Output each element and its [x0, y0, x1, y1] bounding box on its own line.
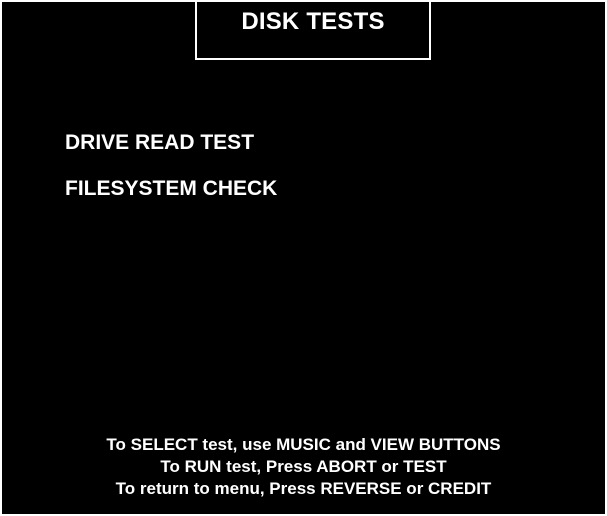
disk-tests-screen: DISK TESTS DRIVE READ TEST FILESYSTEM CH… — [0, 0, 607, 516]
instruction-run: To RUN test, Press ABORT or TEST — [160, 457, 447, 476]
title-frame: DISK TESTS — [195, 2, 431, 60]
instruction-select: To SELECT test, use MUSIC and VIEW BUTTO… — [106, 435, 501, 454]
menu-item-drive-read-test[interactable]: DRIVE READ TEST — [65, 130, 277, 155]
test-menu: DRIVE READ TEST FILESYSTEM CHECK — [65, 130, 277, 222]
menu-item-filesystem-check[interactable]: FILESYSTEM CHECK — [65, 176, 277, 201]
screen-title: DISK TESTS — [241, 8, 385, 35]
instructions-panel: To SELECT test, use MUSIC and VIEW BUTTO… — [2, 434, 605, 500]
instruction-return: To return to menu, Press REVERSE or CRED… — [115, 479, 492, 498]
